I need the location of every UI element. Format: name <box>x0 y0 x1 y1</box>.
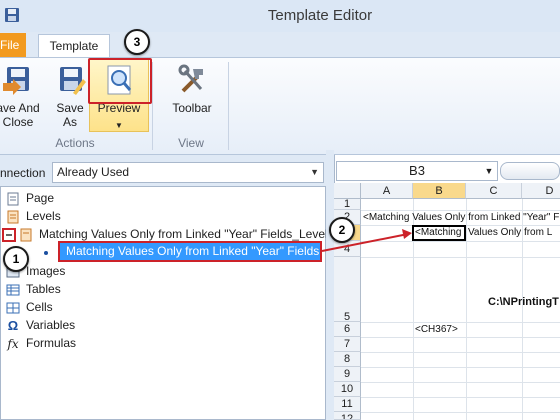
callout-3: 3 <box>124 29 150 55</box>
tree-item-tables[interactable]: Tables <box>6 280 61 298</box>
grid-line <box>361 210 560 211</box>
tree-item-label: Variables <box>26 318 76 332</box>
tree-item-label: Page <box>26 191 55 205</box>
tree-item-page[interactable]: Page <box>6 189 54 207</box>
column-header-a[interactable]: A <box>361 183 413 199</box>
select-all-corner[interactable] <box>334 183 361 199</box>
tree-item-levels[interactable]: Levels <box>6 207 61 225</box>
cell-b6[interactable]: <CH367> <box>415 324 467 335</box>
collapse-icon[interactable] <box>2 227 16 242</box>
cells-icon <box>6 302 20 314</box>
row-header[interactable]: 9 <box>334 367 361 382</box>
chevron-down-icon: ▼ <box>115 121 123 130</box>
window-title: Template Editor <box>267 7 373 24</box>
row-header[interactable]: 10 <box>334 382 361 397</box>
save-and-close-icon <box>3 67 29 95</box>
ribbon-divider <box>228 62 229 150</box>
callout-1: 1 <box>3 246 29 272</box>
tree-bullet <box>44 251 48 255</box>
cell-row5[interactable]: C:\NPrintingT <box>488 296 560 308</box>
name-box[interactable]: B3 <box>336 161 498 181</box>
column-header-b[interactable]: B <box>413 183 466 199</box>
page-icon <box>7 192 19 206</box>
tree-item-label: Matching Values Only from Linked "Year" … <box>39 227 328 241</box>
row-header[interactable]: 8 <box>334 352 361 367</box>
save-as-label-2: As <box>62 115 77 129</box>
save-as-label-1: Save <box>56 101 84 115</box>
tree-item-cells[interactable]: Cells <box>6 298 53 316</box>
cell-b3-text: <Matching <box>415 227 462 238</box>
row-header[interactable]: 11 <box>334 397 361 412</box>
save-as-icon <box>60 67 86 95</box>
row-header[interactable]: 6 <box>334 322 361 337</box>
save-close-label-2: Close <box>2 115 34 129</box>
grid-line <box>361 352 560 353</box>
row-header[interactable]: 12 <box>334 412 361 420</box>
connection-value: Already Used <box>57 165 130 179</box>
tab-file[interactable]: File <box>0 33 26 57</box>
formula-bar-control[interactable] <box>500 162 560 180</box>
chevron-down-icon[interactable]: ▼ <box>482 161 496 181</box>
cell-a2[interactable]: <Matching Values Only from Linked "Year"… <box>363 212 560 223</box>
toolbar-button[interactable]: Toolbar <box>162 63 222 115</box>
toolbar-label: Toolbar <box>172 101 212 115</box>
tree-item-variables[interactable]: Ω Variables <box>6 316 75 334</box>
tree-item-label: Tables <box>26 282 61 296</box>
function-icon: fx <box>7 336 19 351</box>
grid-line <box>361 257 560 258</box>
cell-c3[interactable]: Values Only from L <box>468 227 560 238</box>
tree-item-label: Cells <box>26 300 53 314</box>
tree-item-label: Images <box>26 264 66 278</box>
grid-line <box>361 322 560 323</box>
row-header[interactable]: 5 <box>334 257 361 323</box>
grid-line <box>361 382 560 383</box>
grid-line <box>361 412 560 413</box>
tree-item-formulas[interactable]: fx Formulas <box>6 334 76 352</box>
callout-2: 2 <box>329 217 355 243</box>
save-close-label-1: ave And <box>0 101 40 115</box>
ribbon-divider <box>152 62 153 150</box>
connection-label: nnection <box>0 166 46 180</box>
group-actions-label: Actions <box>55 136 95 150</box>
grid-line <box>361 397 560 398</box>
column-header-c[interactable]: C <box>466 183 522 199</box>
omega-icon: Ω <box>7 317 19 333</box>
tools-icon <box>178 64 203 93</box>
grid-line <box>361 367 560 368</box>
tree-item-label: Formulas <box>26 336 77 350</box>
connection-select[interactable]: Already Used ▼ <box>52 162 324 183</box>
tree-item-label: Levels <box>26 209 61 223</box>
grid-line <box>361 241 560 242</box>
save-and-close-button[interactable]: ave And Close <box>0 63 44 129</box>
level-icon <box>20 228 32 242</box>
table-icon <box>6 284 20 296</box>
chevron-down-icon: ▼ <box>310 167 319 177</box>
preview-highlight-box <box>88 58 152 104</box>
row-header[interactable]: 4 <box>334 241 361 257</box>
save-as-button[interactable]: Save As <box>48 63 92 129</box>
tree-item-linked-field-selected[interactable]: Matching Values Only from Linked "Year" … <box>58 241 322 262</box>
panel-splitter[interactable] <box>326 150 334 420</box>
row-header[interactable]: 7 <box>334 337 361 352</box>
tab-template[interactable]: Template <box>38 34 110 58</box>
row-header[interactable]: 1 <box>334 199 361 210</box>
levels-icon <box>7 210 19 224</box>
group-view-label: View <box>178 136 204 150</box>
column-header-d[interactable]: D <box>522 183 560 199</box>
grid-line <box>361 337 560 338</box>
